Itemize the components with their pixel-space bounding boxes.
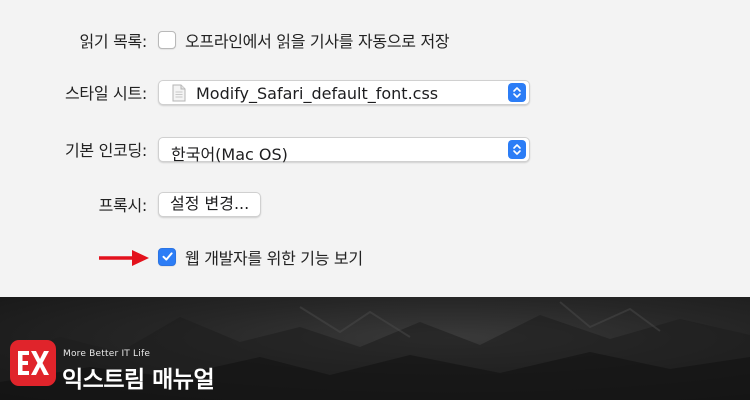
default-encoding-label: 기본 인코딩: <box>65 141 147 160</box>
proxies-row: 프록시: 설정 변경... <box>0 189 750 219</box>
brand-tagline: More Better IT Life <box>63 349 151 359</box>
reading-list-label: 읽기 목록: <box>79 32 147 51</box>
style-sheet-row: 스타일 시트: Modify_Safari_default_font.css <box>0 77 750 107</box>
style-sheet-value: Modify_Safari_default_font.css <box>196 83 439 103</box>
reading-list-row: 읽기 목록: 오프라인에서 읽을 기사를 자동으로 저장 <box>0 25 750 55</box>
change-settings-button[interactable]: 설정 변경... <box>158 191 262 217</box>
checkmark-icon <box>162 252 173 261</box>
red-arrow-icon <box>99 250 149 266</box>
watermark-banner: More Better IT Life 익스트림 매뉴얼 <box>0 297 750 400</box>
default-encoding-value: 한국어(Mac OS) <box>171 144 288 164</box>
chevron-up-down-icon <box>508 82 526 102</box>
reading-list-checkbox[interactable] <box>158 31 176 49</box>
style-sheet-popup[interactable]: Modify_Safari_default_font.css <box>158 79 530 105</box>
develop-menu-checkbox-label[interactable]: 웹 개발자를 위한 기능 보기 <box>185 245 363 269</box>
reading-list-checkbox-label[interactable]: 오프라인에서 읽을 기사를 자동으로 저장 <box>185 28 450 52</box>
proxies-label: 프록시: <box>98 196 148 215</box>
develop-menu-checkbox[interactable] <box>158 248 176 266</box>
default-encoding-row: 기본 인코딩: 한국어(Mac OS) <box>0 134 750 164</box>
advanced-preferences-panel: 읽기 목록: 오프라인에서 읽을 기사를 자동으로 저장 스타일 시트: Mod… <box>0 0 750 297</box>
brand-logo <box>10 340 56 386</box>
brand-name: 익스트림 매뉴얼 <box>62 367 215 393</box>
default-encoding-popup[interactable]: 한국어(Mac OS) <box>158 136 530 164</box>
style-sheet-label: 스타일 시트: <box>65 84 147 103</box>
ex-logo-icon <box>18 351 49 375</box>
document-icon <box>172 84 186 101</box>
chevron-up-down-icon <box>508 139 526 159</box>
